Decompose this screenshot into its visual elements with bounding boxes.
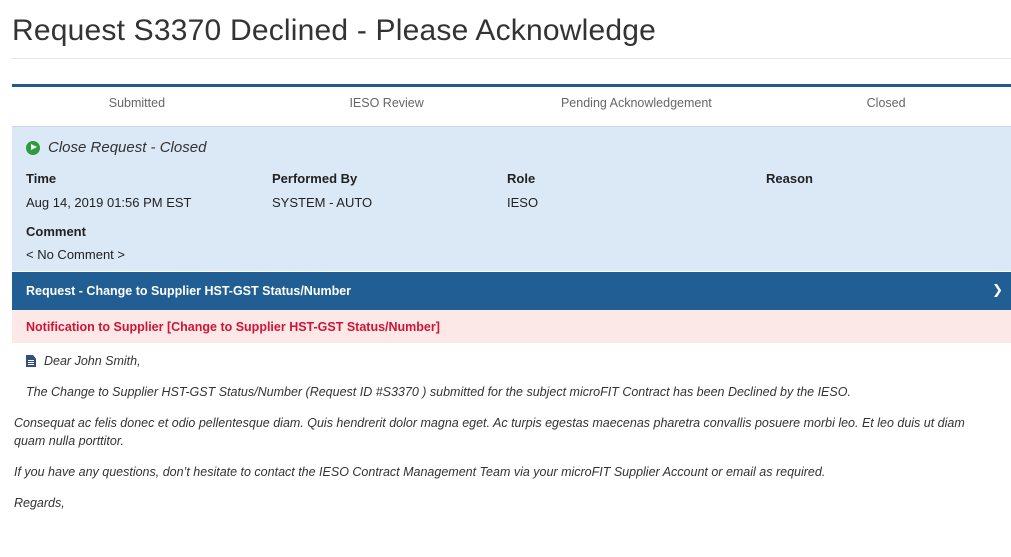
role-label: Role [507, 171, 536, 186]
step-pending-acknowledgement: Pending Acknowledgement [560, 96, 712, 110]
notification-header: Notification to Supplier [Change to Supp… [12, 310, 1011, 343]
performed-by-label: Performed By [272, 171, 358, 186]
step-submitted: Submitted [108, 96, 166, 110]
chevron-right-icon[interactable]: ❯ [992, 282, 1003, 298]
time-value: Aug 14, 2019 01:56 PM EST [26, 195, 192, 210]
reason-label: Reason [766, 171, 813, 186]
time-label: Time [26, 171, 57, 186]
history-header: Close Request - Closed [26, 139, 206, 156]
notification-label: Notification to Supplier [Change to Supp… [26, 319, 440, 334]
comment-value: < No Comment > [26, 247, 125, 262]
play-circle-icon [26, 140, 40, 155]
step-ieso-review: IESO Review [349, 96, 424, 110]
page-title: Request S3370 Declined - Please Acknowle… [12, 14, 657, 47]
letter-greeting: Dear John Smith, [44, 354, 141, 368]
comment-label: Comment [26, 224, 86, 239]
document-icon [26, 355, 36, 367]
letter-paragraph: The Change to Supplier HST-GST Status/Nu… [26, 385, 851, 399]
notification-letter: Dear John Smith, The Change to Supplier … [14, 352, 997, 512]
letter-closing: Regards, [14, 496, 65, 510]
title-divider [12, 58, 1011, 59]
request-section-label: Request - Change to Supplier HST-GST Sta… [26, 284, 352, 298]
role-value: IESO [507, 195, 539, 210]
letter-paragraph: If you have any questions, don’t hesitat… [14, 465, 826, 479]
history-panel: Close Request - Closed Time Performed By… [12, 126, 1011, 271]
history-title: Close Request - Closed [48, 139, 207, 156]
request-section-header[interactable]: Request - Change to Supplier HST-GST Sta… [12, 272, 1011, 310]
letter-paragraph: Consequat ac felis donec et odio pellent… [14, 416, 965, 448]
letter-greeting-row: Dear John Smith, [26, 352, 997, 370]
step-closed: Closed [866, 96, 906, 110]
status-stepper: Submitted IESO Review Pending Acknowledg… [12, 84, 1011, 120]
performed-by-value: SYSTEM - AUTO [272, 195, 373, 210]
